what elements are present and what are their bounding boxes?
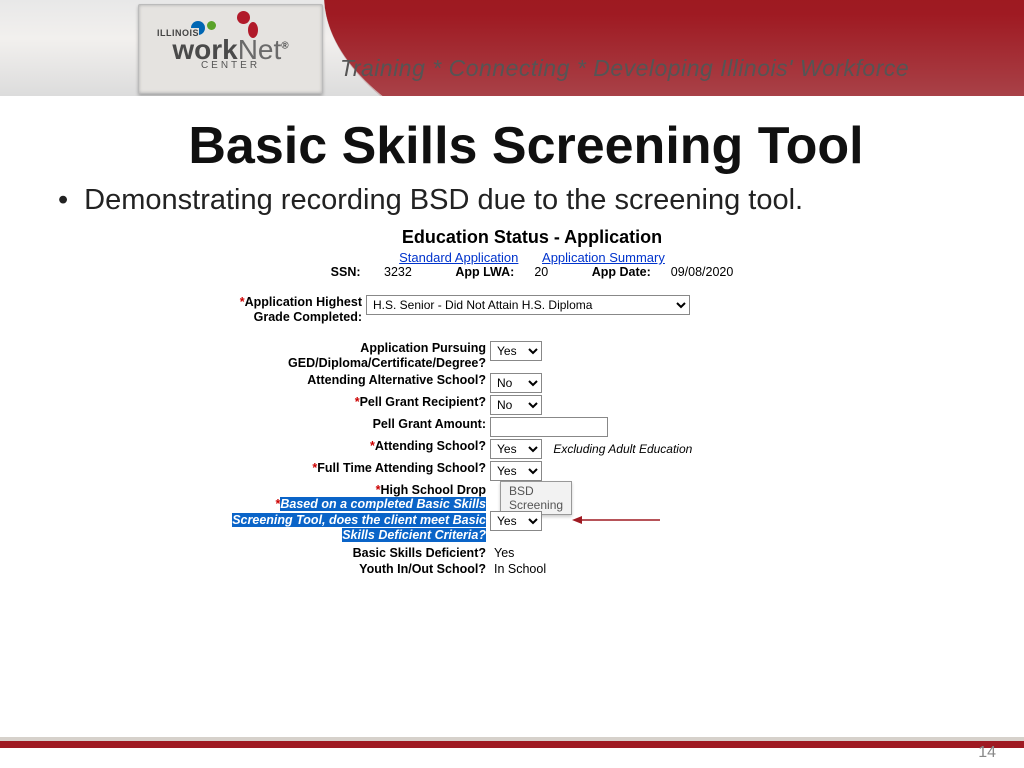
row-alt-school: Attending Alternative School? No: [212, 373, 852, 393]
form-meta: SSN: 3232 App LWA:20 App Date:09/08/2020: [212, 265, 852, 279]
logo-brand: workNet®: [139, 37, 322, 62]
red-arrow-icon: [568, 513, 668, 527]
banner-tagline: Training * Connecting * Developing Illin…: [340, 55, 909, 82]
row-highest-grade: *Application Highest Grade Completed: H.…: [212, 295, 852, 325]
select-bsd-screening[interactable]: Yes: [490, 511, 542, 531]
row-attending-school: *Attending School? Yes Excluding Adult E…: [212, 439, 852, 459]
select-alt-school[interactable]: No: [490, 373, 542, 393]
page-number: 14: [978, 744, 996, 762]
value-bsd: Yes: [490, 546, 514, 560]
header-banner: ILLINOIS workNet® CENTER Training * Conn…: [0, 0, 1024, 96]
row-hs-drop: *High School Drop BSD Screening: [212, 483, 852, 497]
row-bsd: Basic Skills Deficient? Yes: [212, 546, 852, 560]
bullet-1: •Demonstrating recording BSD due to the …: [58, 184, 976, 217]
select-pell-recipient[interactable]: No: [490, 395, 542, 415]
row-pell-amount: Pell Grant Amount:: [212, 417, 852, 437]
select-attending-school[interactable]: Yes: [490, 439, 542, 459]
form-link-row: Standard Application Application Summary: [212, 250, 852, 265]
link-application-summary[interactable]: Application Summary: [542, 250, 665, 265]
worknet-logo: ILLINOIS workNet® CENTER: [138, 4, 323, 94]
row-fulltime: *Full Time Attending School? Yes: [212, 461, 852, 481]
page-title: Basic Skills Screening Tool: [76, 116, 976, 176]
select-highest-grade[interactable]: H.S. Senior - Did Not Attain H.S. Diplom…: [366, 295, 690, 315]
row-pursuing: Application Pursuing GED/Diploma/Certifi…: [212, 341, 852, 371]
select-fulltime[interactable]: Yes: [490, 461, 542, 481]
logo-state: ILLINOIS: [157, 28, 199, 38]
logo-dots-icon: ILLINOIS: [139, 11, 322, 39]
value-youth: In School: [490, 562, 546, 576]
education-status-form: Education Status - Application Standard …: [212, 227, 852, 576]
row-bsd-screening-tool: *Based on a completed Basic Skills Scree…: [212, 497, 852, 544]
row-youth: Youth In/Out School? In School: [212, 562, 852, 576]
slide-body: Basic Skills Screening Tool •Demonstrati…: [0, 96, 1024, 746]
select-pursuing[interactable]: Yes: [490, 341, 542, 361]
logo-center: CENTER: [139, 60, 322, 71]
input-pell-amount[interactable]: [490, 417, 608, 437]
footer-divider: [0, 737, 1024, 748]
note-excluding-adult-ed: Excluding Adult Education: [553, 442, 692, 456]
row-pell-recipient: *Pell Grant Recipient? No: [212, 395, 852, 415]
link-standard-application[interactable]: Standard Application: [399, 250, 518, 265]
form-heading: Education Status - Application: [212, 227, 852, 248]
